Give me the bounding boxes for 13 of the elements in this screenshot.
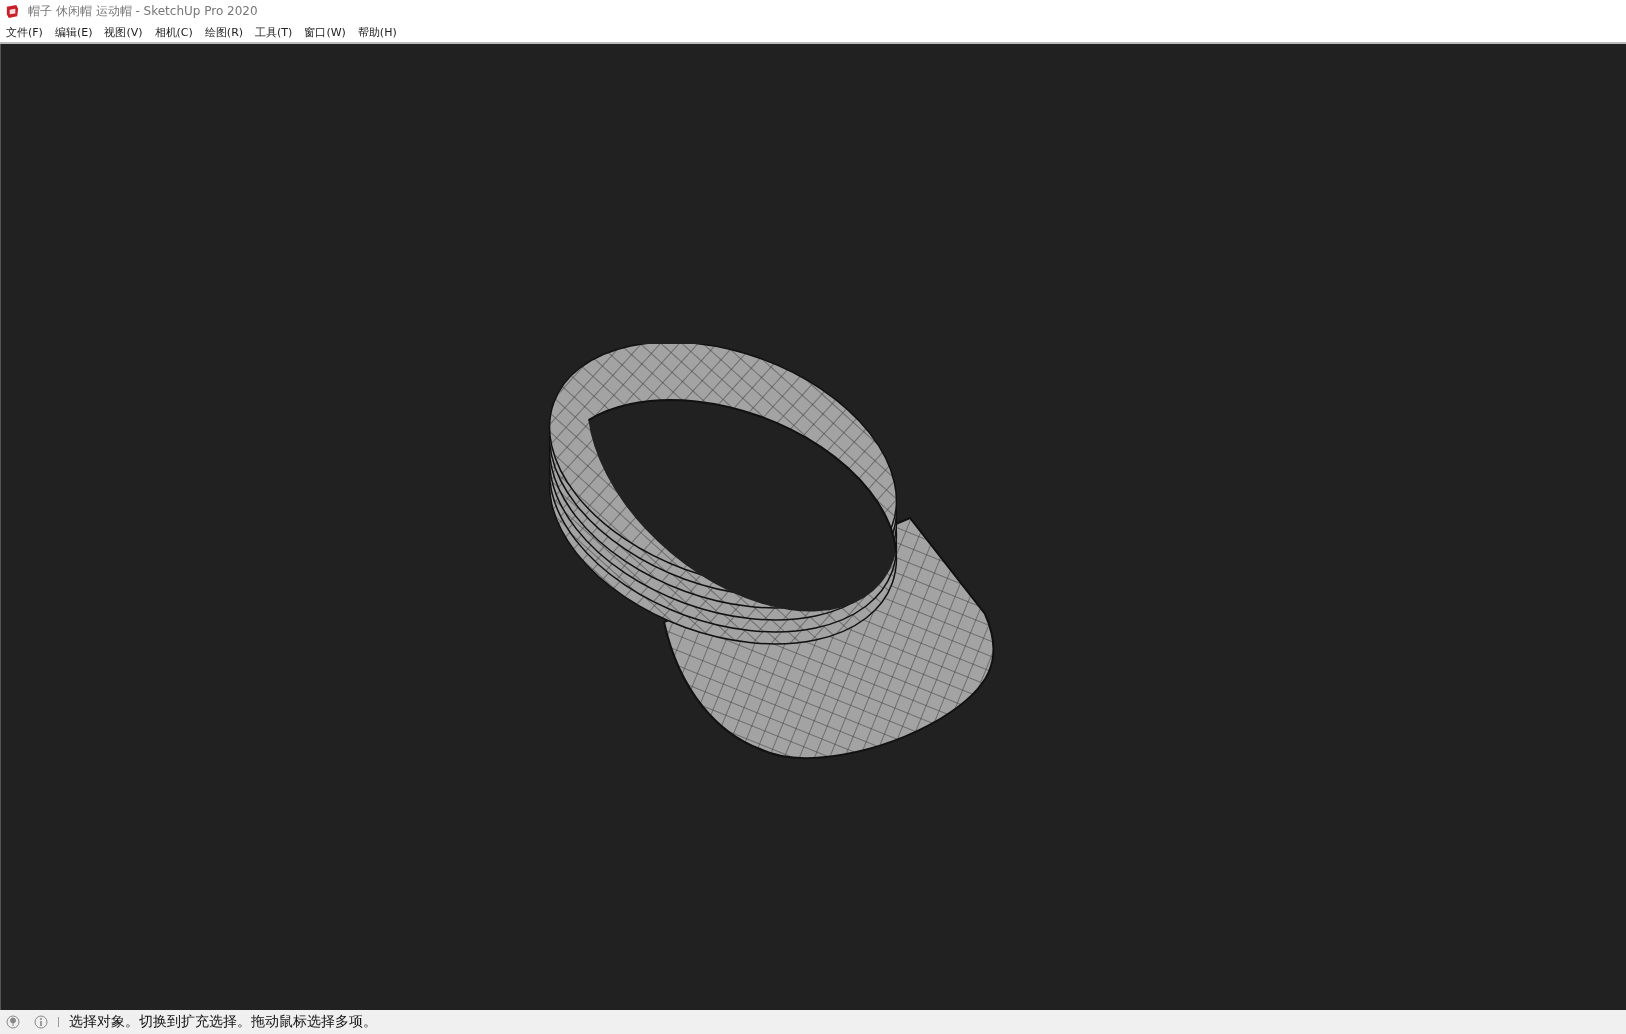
menu-item[interactable]: 相机(C): [154, 24, 193, 40]
menu-item[interactable]: 视图(V): [104, 24, 143, 40]
menu-item[interactable]: 编辑(E): [54, 24, 93, 40]
info-icon[interactable]: [34, 1015, 48, 1029]
window-title: 帽子 休闲帽 运动帽 - SketchUp Pro 2020: [28, 2, 258, 20]
menu-item[interactable]: 工具(T): [255, 24, 293, 40]
location-icon[interactable]: [6, 1015, 20, 1029]
status-text: 选择对象。切换到扩充选择。拖动鼠标选择多项。: [69, 1013, 377, 1031]
menu-item[interactable]: 窗口(W): [304, 24, 346, 40]
menu-item[interactable]: 绘图(R): [204, 24, 244, 40]
menu-item[interactable]: 帮助(H): [357, 24, 397, 40]
menu-item[interactable]: 文件(F): [6, 24, 43, 40]
app-logo-icon: [5, 3, 20, 19]
